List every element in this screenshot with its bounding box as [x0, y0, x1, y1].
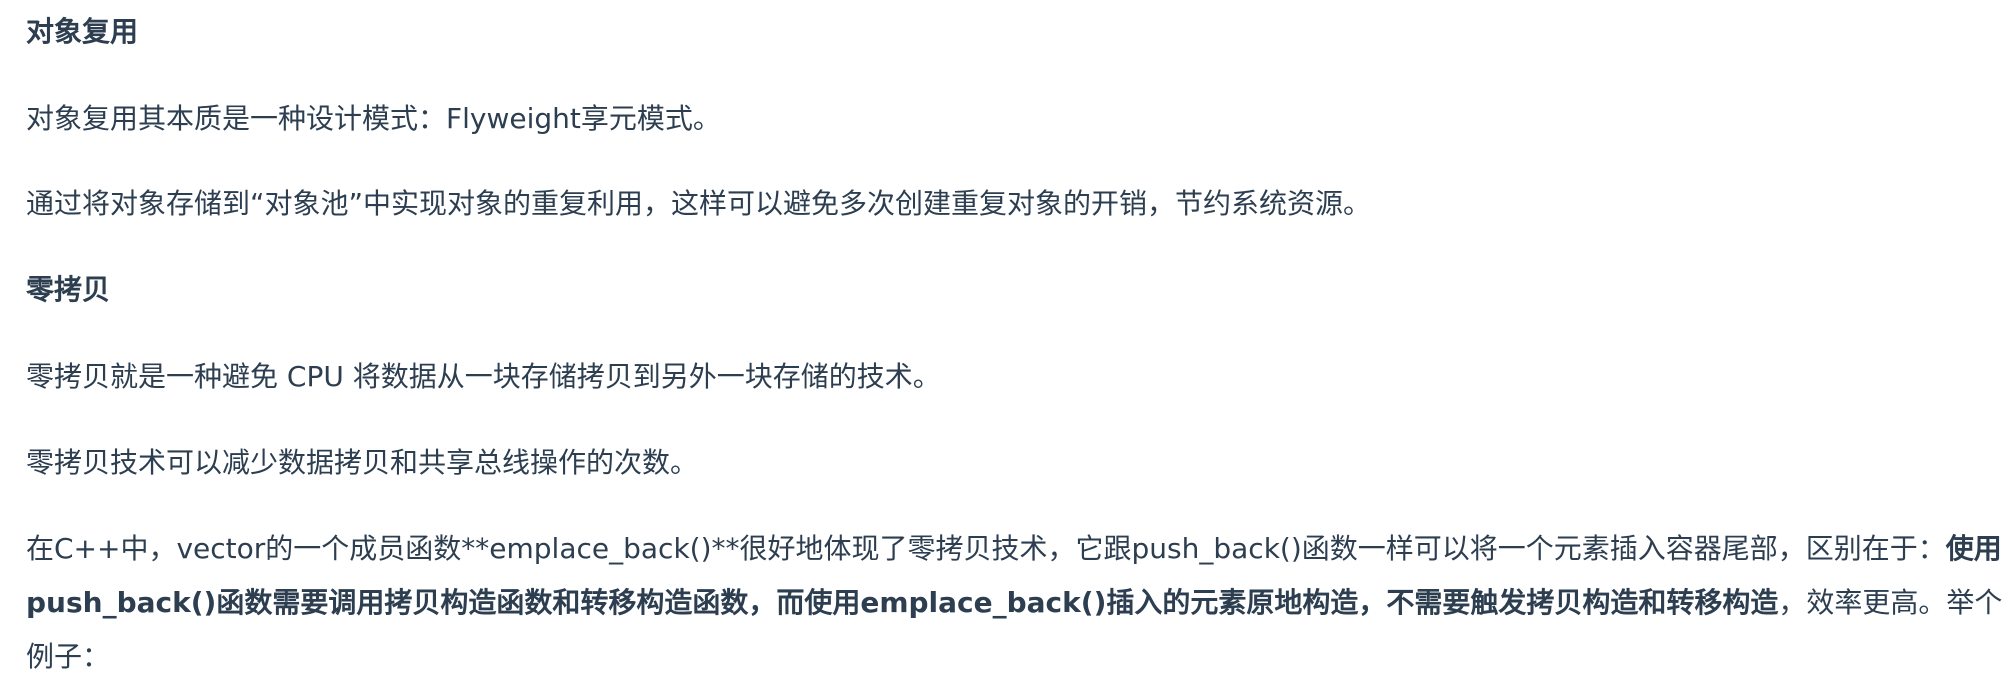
paragraph-object-pool: 通过将对象存储到“对象池”中实现对象的重复利用，这样可以避免多次创建重复对象的开… — [26, 187, 1372, 220]
emplace-back-intro-text: 在C++中，vector的一个成员函数**emplace_back()**很好地… — [26, 532, 1946, 565]
paragraph-zero-copy-definition: 零拷贝就是一种避免 CPU 将数据从一块存储拷贝到另外一块存储的技术。 — [26, 360, 941, 393]
heading-zero-copy: 零拷贝 — [26, 273, 111, 306]
paragraph-zero-copy-benefit: 零拷贝技术可以减少数据拷贝和共享总线操作的次数。 — [26, 446, 699, 479]
heading-object-reuse: 对象复用 — [26, 15, 139, 48]
paragraph-emplace-back: 在C++中，vector的一个成员函数**emplace_back()**很好地… — [26, 522, 2006, 684]
paragraph-object-reuse-definition: 对象复用其本质是一种设计模式：Flyweight享元模式。 — [26, 102, 721, 135]
